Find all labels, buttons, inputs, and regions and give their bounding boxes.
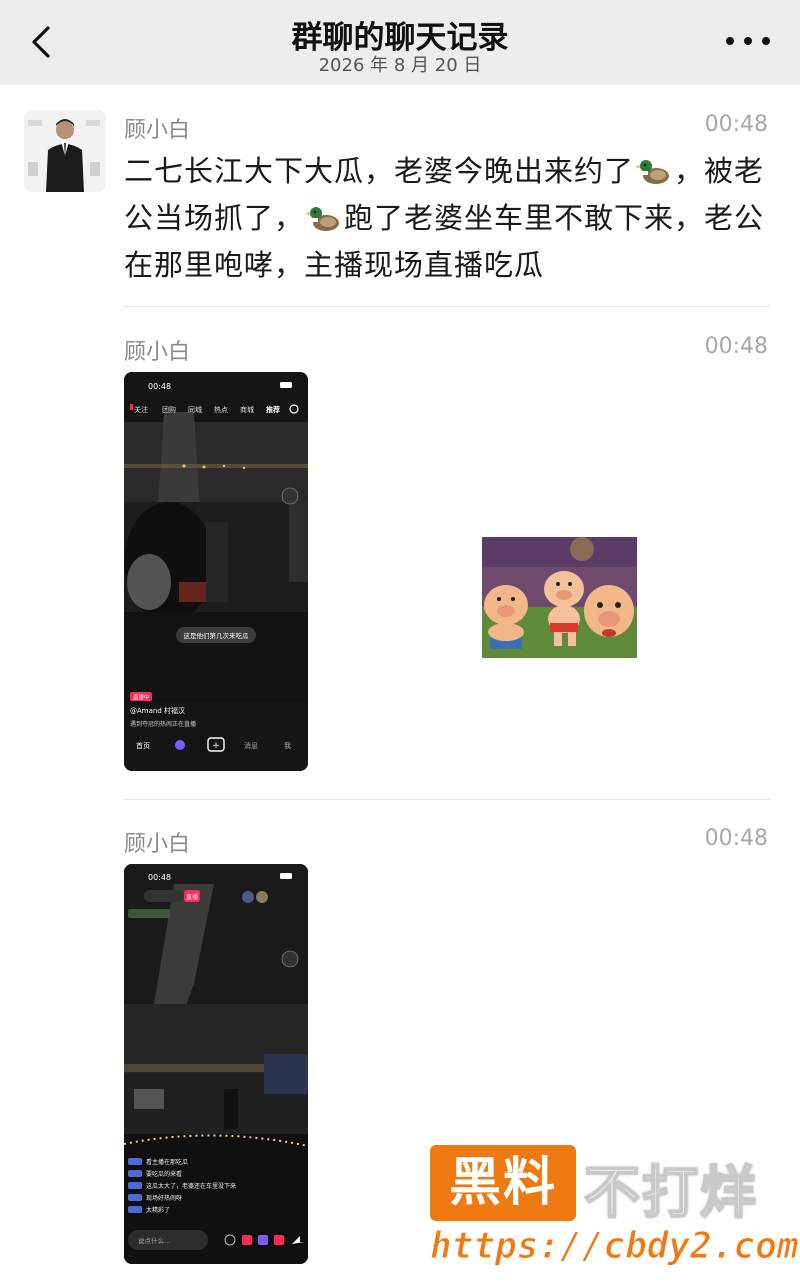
- message-time: 00:48: [704, 826, 768, 851]
- more-options-icon[interactable]: [726, 26, 770, 56]
- live-comment: 这瓜太大了，老婆还在车里没下来: [146, 1182, 236, 1190]
- tab-label[interactable]: 同城: [188, 406, 202, 414]
- video-caption: 遇到夺冠的热闹正在直播: [130, 720, 196, 728]
- status-time: 00:48: [148, 873, 171, 882]
- sender-name: 顾小白: [124, 118, 191, 143]
- video-screenshot-2[interactable]: 00:48 直播 看主播在那吃瓜 要吃瓜的来看 这瓜太大了，老婆还在车里没下来 …: [124, 864, 308, 1264]
- message-text: 二七长江大下大瓜，老婆今晚出来约了 ，被老公当场抓了， 跑了老婆坐车里不敢下来，老公…: [124, 148, 774, 289]
- avatar[interactable]: [24, 110, 106, 192]
- nav-item[interactable]: 我: [284, 741, 291, 750]
- message-time: 00:48: [704, 112, 768, 137]
- message-text-part: 二七长江大下大瓜，老婆今晚出来约了: [124, 154, 635, 188]
- message-divider: [124, 306, 770, 307]
- sender-name: 顾小白: [124, 340, 191, 365]
- chat-date: 2026 年 8 月 20 日: [318, 55, 482, 76]
- nav-item[interactable]: 首页: [136, 741, 150, 750]
- video-overlay-text: 这是他们第几次来吃瓜: [184, 631, 250, 640]
- live-tag: 直播: [186, 893, 198, 901]
- status-time: 00:48: [148, 382, 171, 391]
- tab-label[interactable]: 团购: [162, 405, 176, 414]
- message-divider: [124, 799, 770, 800]
- video-screenshot-1[interactable]: 00:48 关注 团购 同城 热点 商城 推荐 这是他们第几次来吃瓜 直播中 @…: [124, 372, 308, 771]
- three-pigs-sticker[interactable]: [482, 537, 637, 658]
- nav-item[interactable]: +: [212, 741, 220, 751]
- live-comment: 现场好热闹呀: [146, 1194, 182, 1202]
- sender-name: 顾小白: [124, 832, 191, 857]
- live-comment: 太精彩了: [146, 1206, 170, 1214]
- comment-input[interactable]: 说点什么...: [138, 1236, 170, 1245]
- watermark-text: 不打烊: [583, 1160, 758, 1227]
- tab-label[interactable]: 推荐: [266, 405, 280, 414]
- tab-label[interactable]: 热点: [214, 405, 228, 414]
- live-comment: 看主播在那吃瓜: [146, 1158, 188, 1166]
- chat-history-header: 群聊的聊天记录 2026 年 8 月 20 日: [0, 0, 800, 85]
- duck-emoji-icon: [305, 200, 342, 231]
- live-badge: 直播中: [133, 693, 150, 701]
- tab-label[interactable]: 商城: [240, 405, 254, 414]
- video-username: @Amand 村福汉: [130, 706, 185, 715]
- live-comment: 要吃瓜的来看: [146, 1170, 182, 1178]
- watermark-logo-box: 黑料: [430, 1145, 576, 1221]
- nav-item[interactable]: 消息: [244, 741, 258, 750]
- message-time: 00:48: [704, 334, 768, 359]
- tab-label[interactable]: 关注: [134, 405, 148, 414]
- duck-emoji-icon: [635, 153, 672, 184]
- watermark-url: https://cbdy2.com: [429, 1226, 799, 1268]
